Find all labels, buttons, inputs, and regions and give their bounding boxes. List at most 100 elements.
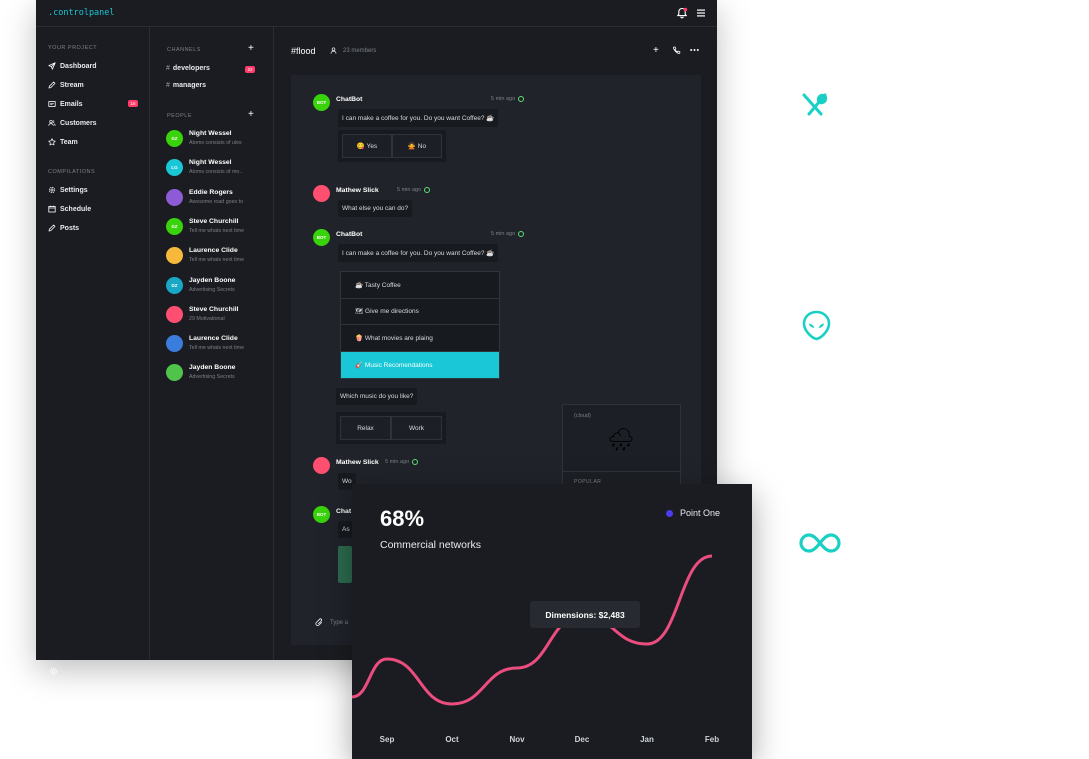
- gear-icon: [48, 186, 56, 194]
- person-item[interactable]: Jayden Boone Advertising Secrets: [166, 363, 266, 385]
- legend-label: Point One: [680, 508, 721, 518]
- person-item[interactable]: Laurence Clide Tell me whats next time: [166, 246, 266, 268]
- read-check-icon: [518, 231, 525, 237]
- option-directions[interactable]: 🗺 Give me directions: [341, 299, 499, 325]
- person-item[interactable]: Laurence Clide Tell me whats next time: [166, 334, 266, 356]
- x-tick-label: Jan: [640, 735, 654, 744]
- sidebar-item-team[interactable]: Team: [48, 135, 78, 149]
- channel-item-managers[interactable]: # managers: [166, 82, 206, 89]
- person-name: Night Wessel: [189, 130, 232, 137]
- channel-unread-badge: 22: [245, 66, 255, 73]
- message-time: 5 min ago: [385, 459, 419, 465]
- person-status: Atoms consists of mo..: [189, 169, 243, 176]
- avatar: [166, 364, 183, 382]
- top-bar: .controlpanel: [36, 0, 717, 27]
- sidebar-item-label: Settings: [60, 186, 88, 194]
- avatar: DZ: [166, 217, 183, 235]
- chart-percent: 68%: [380, 506, 425, 531]
- phone-icon[interactable]: [672, 46, 681, 55]
- message-time-label: 5 min ago: [491, 231, 516, 237]
- hamburger-menu-icon[interactable]: [696, 8, 706, 18]
- more-options-icon[interactable]: [690, 48, 699, 52]
- alien-icon: [802, 310, 831, 341]
- sidebar-item-label: Customers: [60, 119, 97, 127]
- yes-button[interactable]: 😋 Yes: [342, 134, 392, 158]
- member-count[interactable]: 23 members: [330, 47, 376, 54]
- person-item[interactable]: DZ Steve Churchill Tell me whats next time: [166, 217, 266, 239]
- weather-tag: (cloud): [574, 413, 591, 419]
- sidebar-item-settings[interactable]: Settings: [48, 183, 88, 197]
- utensils-icon: [802, 93, 828, 116]
- option-music[interactable]: 🎸 Music Recomendations: [341, 351, 499, 378]
- rain-cloud-icon: 🌧: [607, 427, 635, 452]
- message-bubble: What else you can do?: [338, 200, 413, 217]
- person-name: Jayden Boone: [189, 276, 236, 284]
- relax-button[interactable]: Relax: [340, 416, 391, 440]
- sidebar-item-posts[interactable]: Posts: [48, 221, 79, 235]
- paperclip-icon[interactable]: [315, 618, 324, 627]
- x-tick-label: Oct: [445, 735, 459, 744]
- sidebar-item-schedule[interactable]: Schedule: [48, 202, 91, 216]
- message-author: Mathew Slick: [336, 187, 379, 194]
- add-person-button[interactable]: +: [248, 110, 254, 120]
- sidebar-item-customers[interactable]: Customers: [48, 116, 97, 130]
- add-button[interactable]: +: [653, 45, 659, 56]
- person-item[interactable]: LG Night Wessel Atoms consists of mo..: [166, 158, 266, 180]
- sidebar-item-emails[interactable]: Emails: [48, 97, 83, 111]
- read-check-icon: [518, 96, 525, 102]
- option-movies[interactable]: 🍿 What movies are plaing: [341, 325, 499, 352]
- notification-bell-icon[interactable]: [676, 7, 688, 19]
- message-composer[interactable]: Type a: [315, 618, 348, 627]
- message-time-label: 5 min ago: [385, 459, 410, 465]
- sidebar-item-dashboard[interactable]: Dashboard: [48, 59, 97, 73]
- chart-legend[interactable]: Point One: [666, 508, 720, 518]
- bot-avatar: BOT: [313, 94, 330, 111]
- person-item[interactable]: Steve Churchill 29 Motivational: [166, 305, 266, 327]
- work-button[interactable]: Work: [391, 416, 442, 440]
- message-bubble: I can make a coffee for you. Do you want…: [338, 244, 499, 262]
- avatar: LG: [166, 159, 183, 177]
- message-time: 5 min ago: [491, 96, 525, 102]
- channel-item-developers[interactable]: # developers: [166, 65, 210, 72]
- person-name: Laurence Clide: [189, 247, 238, 255]
- avatar: [166, 247, 183, 265]
- main-sidebar: YOUR PROJECT Dashboard Stream Emails 16 …: [36, 27, 150, 676]
- project-section-label: YOUR PROJECT: [48, 45, 98, 51]
- sidebar-item-label: Posts: [60, 224, 80, 232]
- no-button[interactable]: 🙅 No: [392, 134, 442, 158]
- sidebar-item-stream[interactable]: Stream: [48, 78, 84, 92]
- legend-dot: [666, 509, 673, 517]
- sidebar-item-label: Emails: [60, 100, 83, 108]
- message-author: ChatBot: [336, 96, 363, 103]
- add-channel-button[interactable]: +: [248, 44, 254, 54]
- star-icon: [48, 138, 56, 146]
- user-icon: [330, 47, 337, 54]
- pencil-icon: [48, 81, 56, 89]
- app-logo[interactable]: .controlpanel: [48, 8, 115, 18]
- settings-gear-icon[interactable]: [49, 667, 58, 676]
- channel-name: developers: [172, 65, 210, 72]
- bot-options-menu: ☕ Tasty Coffee 🗺 Give me directions 🍿 Wh…: [340, 271, 500, 379]
- user-avatar: [313, 457, 330, 474]
- person-item[interactable]: Eddie Rogers Awesome road goes to: [166, 188, 266, 210]
- person-status: Advertising Secrets: [189, 374, 235, 381]
- sidebar-item-label: Schedule: [60, 205, 92, 213]
- sidebar-item-label: Stream: [60, 81, 84, 89]
- weather-card[interactable]: (cloud) 🌧 POPULAR: [562, 404, 682, 494]
- user-avatar: [313, 185, 330, 202]
- option-tasty-coffee[interactable]: ☕ Tasty Coffee: [341, 272, 499, 299]
- message-time: 5 min ago: [397, 187, 431, 193]
- person-item[interactable]: DZ Night Wessel Atoms consists of ules: [166, 129, 266, 151]
- yes-no-buttons: 😋 Yes 🙅 No: [338, 130, 446, 162]
- avatar: DZ: [166, 276, 183, 294]
- series-line: [352, 554, 713, 706]
- channels-section-label: CHANNELS: [167, 47, 201, 53]
- avatar: [166, 335, 183, 353]
- message-bubble: Which music do you like?: [336, 388, 418, 405]
- person-item[interactable]: DZ Jayden Boone Advertising Secrets: [166, 276, 266, 298]
- image-thumbnail[interactable]: [338, 546, 352, 583]
- x-tick-label: Nov: [509, 735, 525, 744]
- message-author: Chat: [336, 508, 352, 515]
- analytics-chart-card: Sep Oct Nov Dec Jan Feb 68% Commercial networ…: [352, 484, 752, 759]
- channel-name: managers: [172, 82, 206, 89]
